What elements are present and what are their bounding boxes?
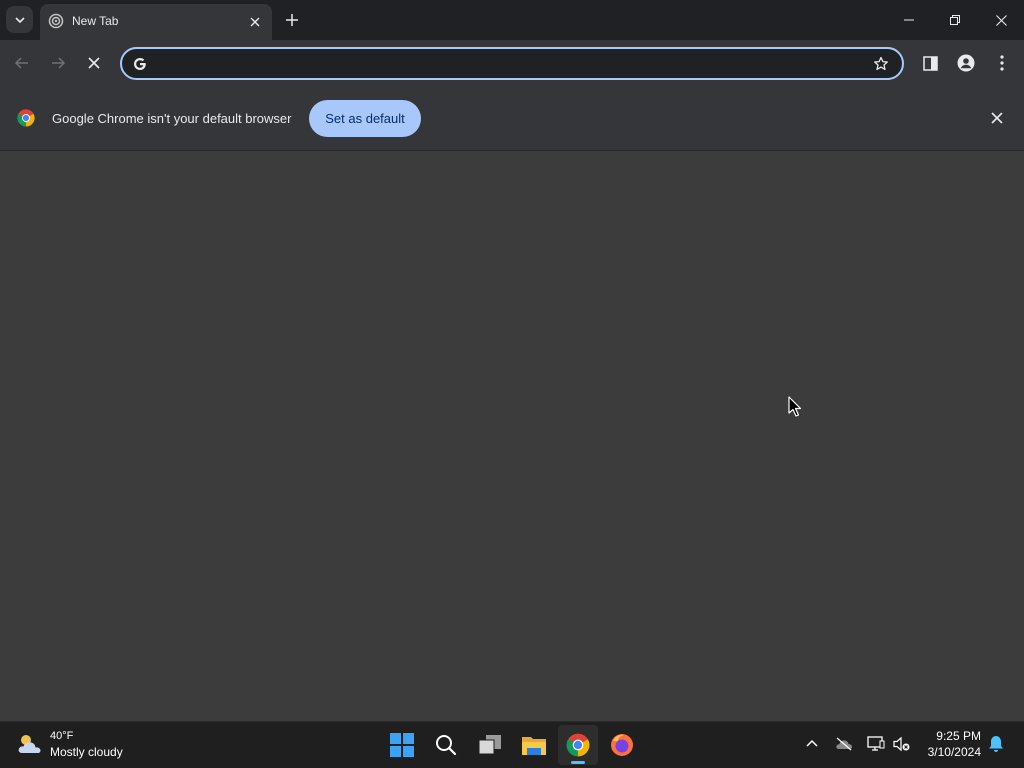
notifications-button[interactable] (986, 734, 1006, 754)
taskbar: 40°F Mostly cloudy 9:25 PM 3/10/2024 (0, 721, 1024, 768)
star-outline-icon (874, 56, 888, 71)
set-as-default-button[interactable]: Set as default (309, 100, 421, 137)
folder-icon (522, 737, 546, 755)
forward-button[interactable] (46, 51, 70, 75)
tab-close-button[interactable] (245, 12, 265, 32)
chrome-logo-icon (566, 733, 590, 757)
search-icon (436, 735, 457, 756)
task-view-button[interactable] (470, 725, 510, 765)
mouse-cursor-icon (788, 396, 802, 417)
search-button[interactable] (426, 725, 466, 765)
profile-button[interactable] (954, 51, 978, 75)
address-input[interactable] (158, 54, 858, 74)
close-icon (991, 112, 1003, 124)
firefox-logo-icon (611, 734, 633, 756)
cloud-offline-icon (836, 737, 852, 751)
chrome-taskbar-button[interactable] (558, 725, 598, 765)
volume-button[interactable] (892, 734, 912, 754)
clock-time: 9:25 PM (936, 729, 981, 743)
toolbar (0, 40, 1024, 86)
default-browser-infobar: Google Chrome isn't your default browser… (0, 86, 1024, 151)
windows-logo-icon (390, 733, 414, 757)
chrome-logo-icon (17, 109, 35, 127)
tab-strip: New Tab (0, 0, 1024, 40)
chevron-down-icon (14, 16, 25, 23)
firefox-taskbar-button[interactable] (602, 725, 642, 765)
google-g-icon (131, 55, 149, 73)
close-icon (995, 14, 1007, 26)
volume-muted-icon (893, 736, 910, 752)
infobar-close-button[interactable] (988, 109, 1006, 127)
arrow-left-icon (14, 57, 28, 69)
onedrive-button[interactable] (834, 734, 854, 754)
network-button[interactable] (866, 734, 886, 754)
minimize-button[interactable] (886, 0, 932, 40)
task-view-icon (478, 735, 501, 755)
close-icon (250, 17, 260, 27)
clock-date: 3/10/2024 (927, 745, 981, 759)
minimize-icon (904, 19, 914, 21)
active-app-indicator (571, 761, 585, 764)
menu-button[interactable] (990, 51, 1014, 75)
new-tab-button[interactable] (280, 8, 304, 32)
close-window-button[interactable] (978, 0, 1024, 40)
chevron-up-icon (806, 739, 818, 747)
tab-search-button[interactable] (6, 6, 33, 33)
omnibox[interactable] (120, 47, 904, 80)
show-hidden-icons-button[interactable] (802, 734, 822, 754)
more-vertical-icon (1000, 55, 1004, 71)
profile-icon (957, 54, 975, 72)
plus-icon (286, 14, 298, 26)
restore-icon (950, 15, 960, 25)
bell-icon (989, 736, 1003, 752)
stop-loading-button[interactable] (82, 51, 106, 75)
weather-temperature: 40°F (50, 730, 74, 742)
start-button[interactable] (382, 725, 422, 765)
loading-favicon-icon (48, 13, 64, 29)
network-icon (867, 736, 885, 751)
file-explorer-button[interactable] (514, 725, 554, 765)
tab-title: New Tab (72, 14, 119, 28)
close-icon (88, 57, 100, 69)
restore-button[interactable] (932, 0, 978, 40)
infobar-message: Google Chrome isn't your default browser (52, 111, 292, 126)
back-button[interactable] (10, 51, 34, 75)
weather-condition: Mostly cloudy (50, 745, 123, 759)
cloudy-weather-icon (18, 735, 41, 753)
screen: New Tab Google Chrome isn't your default… (0, 0, 1024, 768)
bookmark-button[interactable] (872, 55, 890, 73)
tab-new-tab[interactable]: New Tab (40, 4, 272, 40)
page-content[interactable] (0, 151, 1024, 721)
side-panel-button[interactable] (918, 51, 942, 75)
arrow-right-icon (52, 57, 66, 69)
side-panel-icon (922, 55, 938, 71)
